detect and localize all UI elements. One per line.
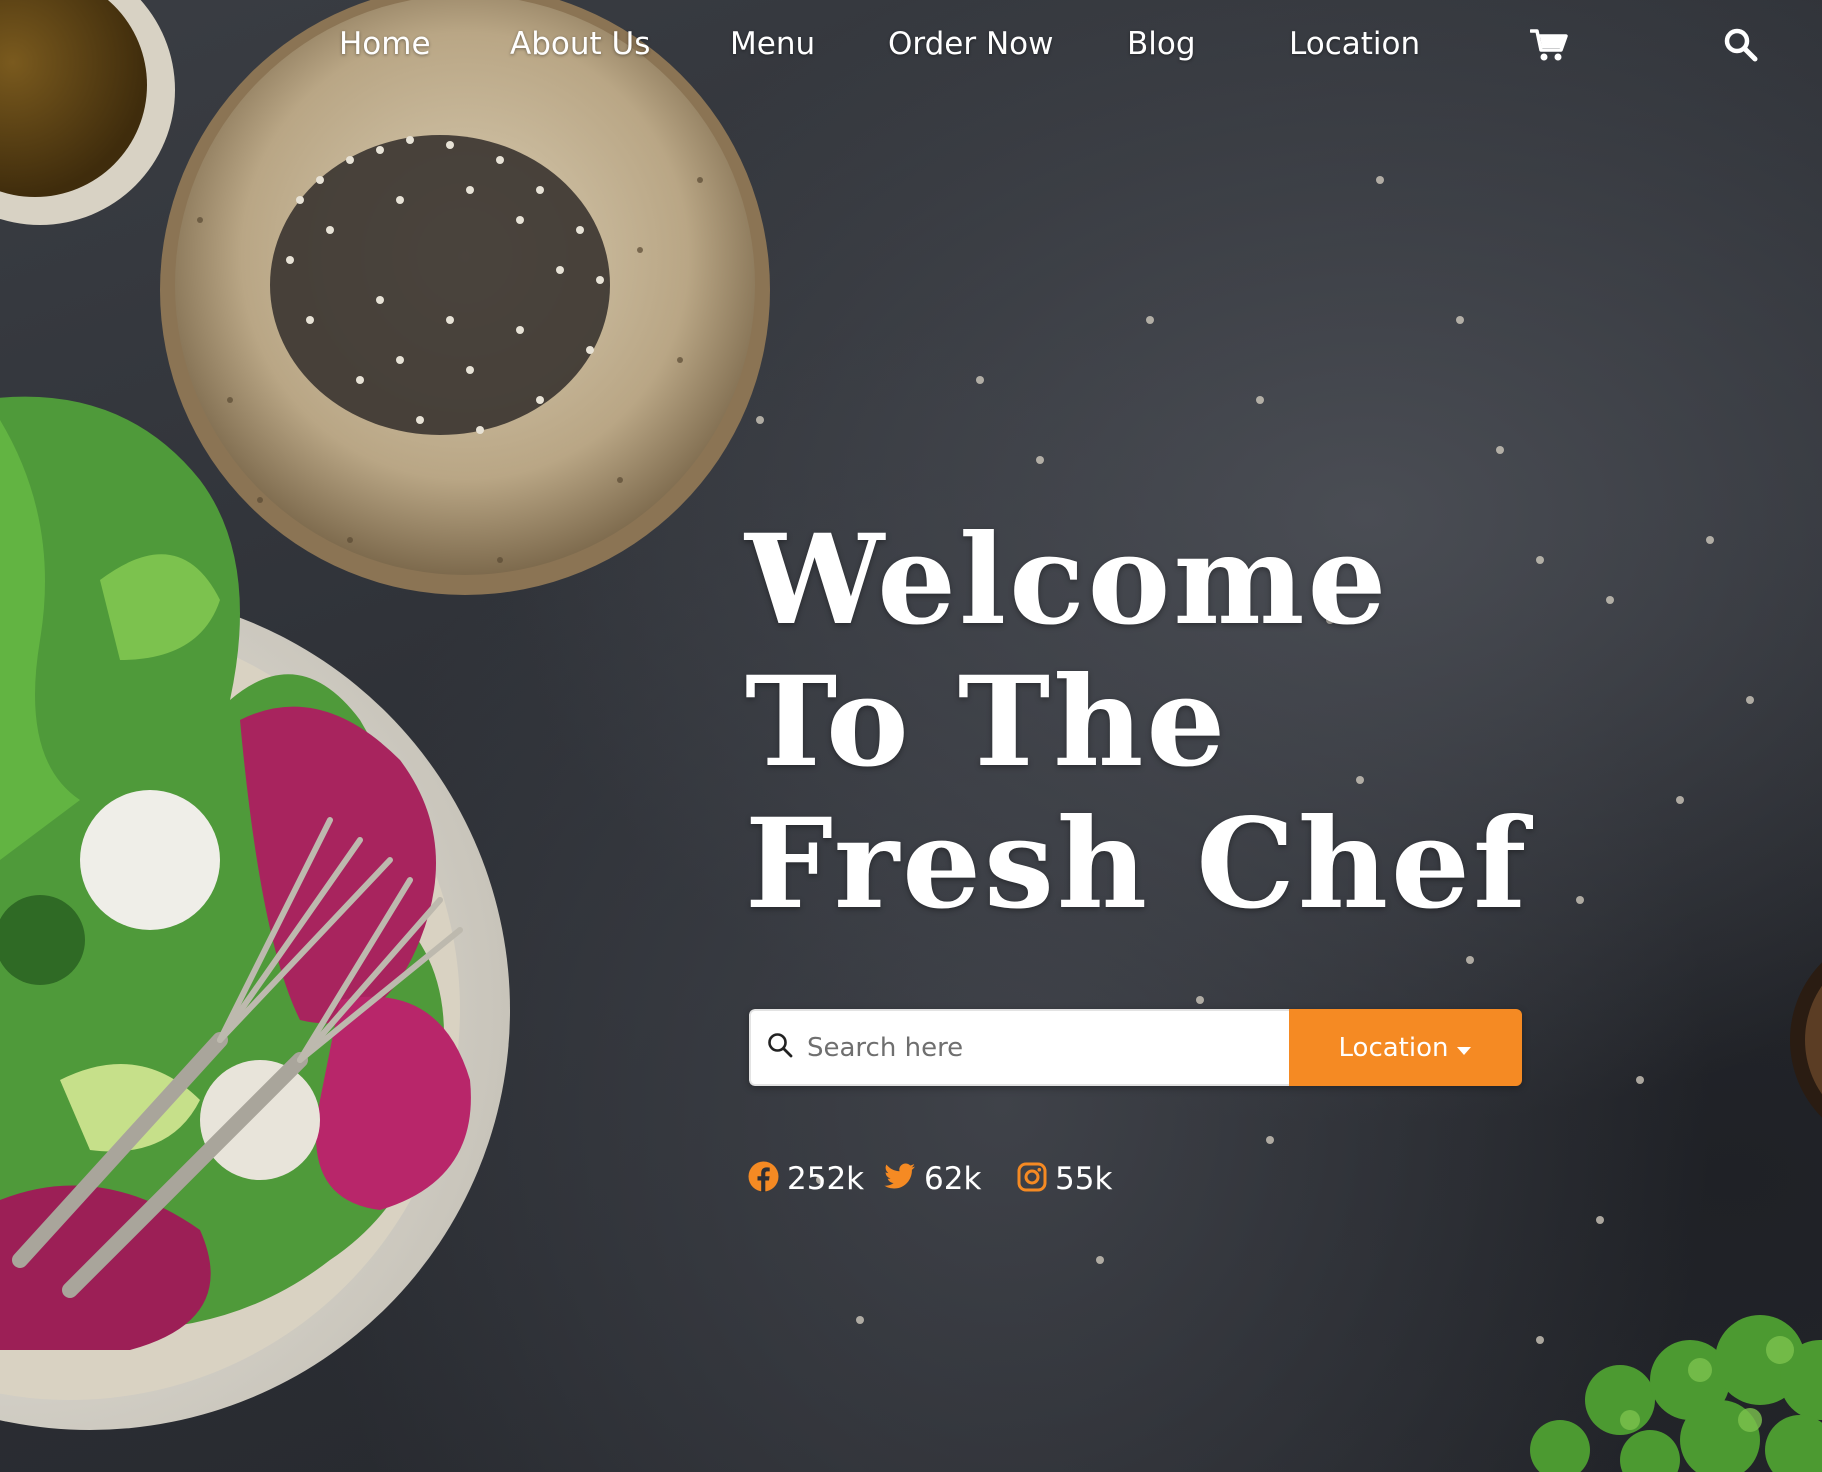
nav-blog[interactable]: Blog — [1127, 26, 1196, 62]
main-nav: Home About Us Menu Order Now Blog Locati… — [0, 0, 1822, 92]
nav-order-now[interactable]: Order Now — [888, 26, 1053, 62]
search-field-wrapper — [749, 1009, 1289, 1086]
facebook-icon — [748, 1161, 779, 1197]
nav-location[interactable]: Location — [1289, 26, 1420, 62]
twitter-icon — [884, 1163, 916, 1196]
magnifier-icon — [767, 1032, 793, 1063]
twitter-count: 62k — [924, 1161, 982, 1197]
location-dropdown-button[interactable]: Location — [1289, 1009, 1522, 1086]
right-bowl-image — [1790, 962, 1822, 1118]
caret-down-icon — [1456, 1033, 1472, 1063]
search-input[interactable] — [807, 1017, 1247, 1078]
hero-title: Welcome To The Fresh Chef — [745, 510, 1529, 936]
social-facebook[interactable]: 252k — [748, 1160, 864, 1198]
location-button-label: Location — [1338, 1032, 1449, 1063]
facebook-count: 252k — [787, 1161, 865, 1197]
instagram-count: 55k — [1055, 1161, 1113, 1197]
search-bar: Location — [749, 1009, 1522, 1086]
hero-title-line-2: To The — [745, 650, 1229, 795]
hero-title-line-1: Welcome — [745, 508, 1390, 653]
social-twitter[interactable]: 62k — [884, 1160, 981, 1198]
nav-about-us[interactable]: About Us — [510, 26, 650, 62]
hero-title-line-3: Fresh Chef — [745, 792, 1530, 937]
instagram-icon — [1017, 1162, 1047, 1197]
cart-icon[interactable] — [1529, 28, 1568, 67]
search-icon[interactable] — [1724, 28, 1758, 67]
social-instagram[interactable]: 55k — [1017, 1160, 1112, 1198]
nav-home[interactable]: Home — [339, 26, 431, 62]
nav-menu[interactable]: Menu — [730, 26, 815, 62]
